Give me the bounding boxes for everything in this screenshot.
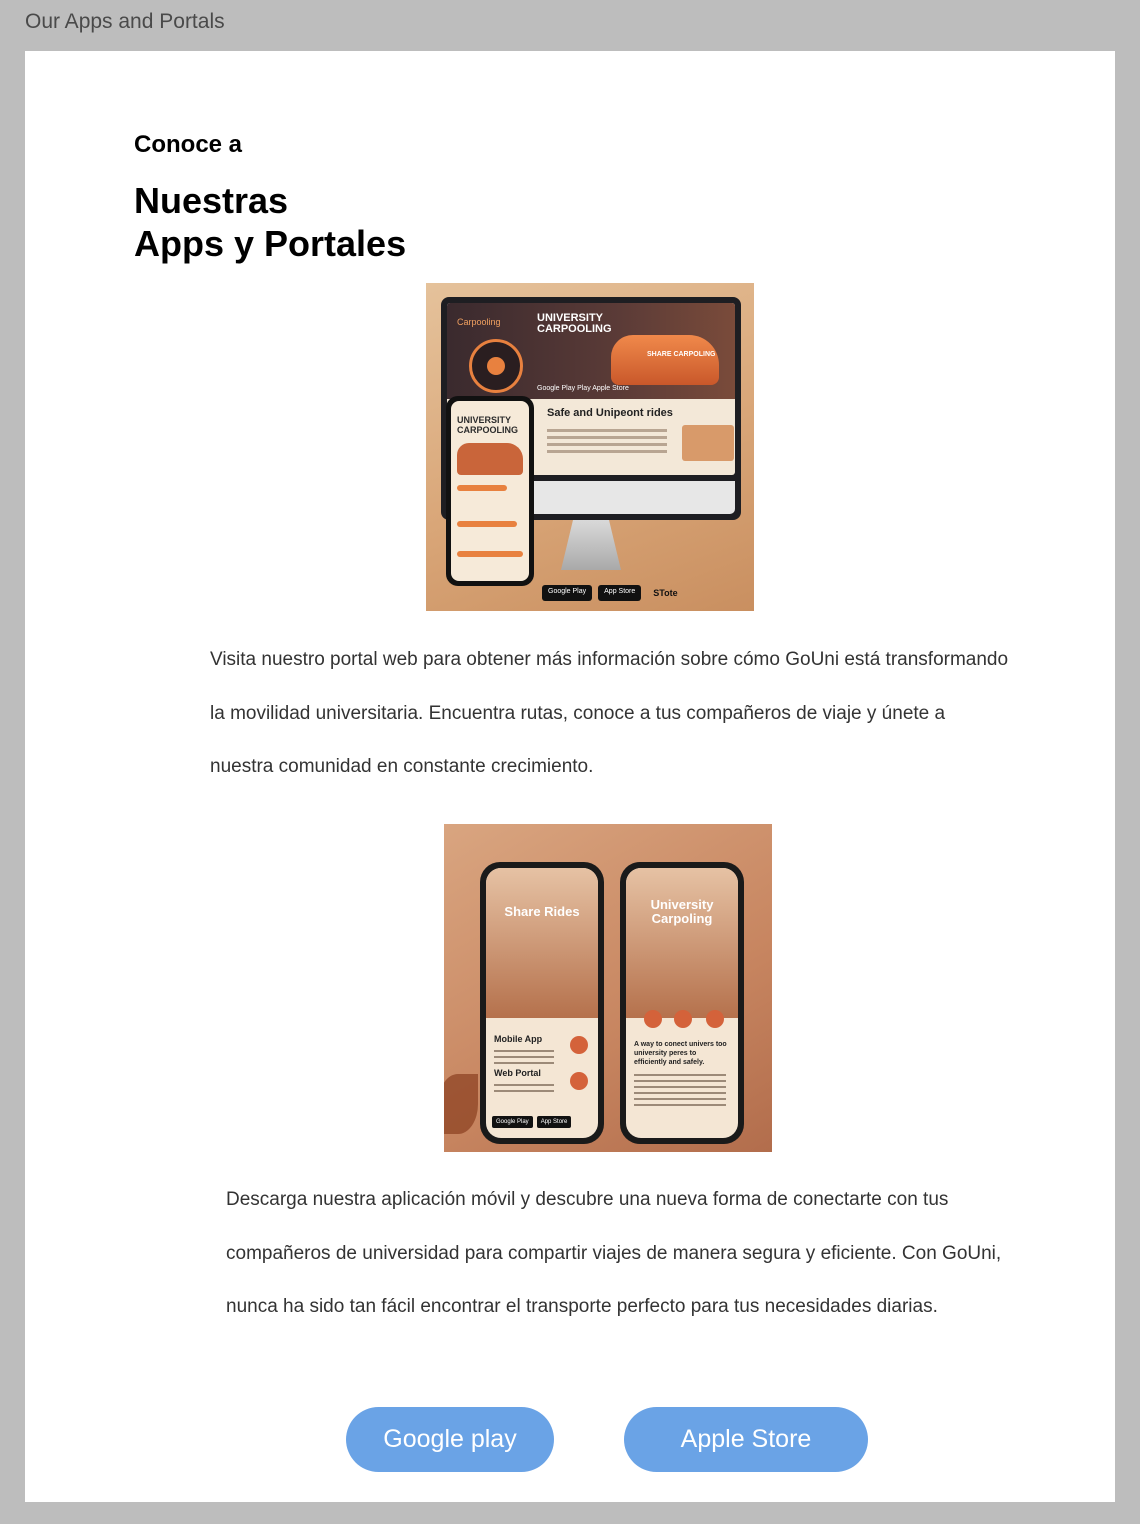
left-phone-title: Share Rides [504,904,580,919]
car-icon [611,335,719,385]
page-title: Nuestras Apps y Portales [134,179,406,265]
left-phone-web-label: Web Portal [494,1068,541,1078]
web-portal-description: Visita nuestro portal web para obtener m… [210,649,1009,777]
car-icon [457,443,523,475]
mobile-app-description: Descarga nuestra aplicación móvil y desc… [226,1189,1002,1317]
right-phone-title: University Carpoling [650,897,714,926]
right-phone-tagline: A way to conect univers too university p… [634,1041,727,1066]
target-icon [469,339,523,393]
mockup-car-label: SHARE CARPOLING [647,351,716,358]
google-play-badge: Google Play [542,585,593,601]
mockup-stores: Google Play Play Apple Store [537,385,629,392]
window-title: Our Apps and Portals [25,10,225,33]
monitor-stand [561,520,621,570]
phone-title: UNIVERSITY CARPOOLING [457,415,519,435]
app-store-badge: App Store [598,585,642,601]
mockup-brand: Carpooling [457,317,501,327]
leaf-decoration [444,1074,478,1134]
phone-illustration: UNIVERSITY CARPOOLING [446,396,534,586]
pin-icon [674,1010,692,1028]
app-store-badge: App Store [536,1116,572,1128]
google-play-button[interactable]: Google play [346,1407,554,1472]
store-badges: Google Play App Store STote [542,585,684,601]
left-phone-mobile-label: Mobile App [494,1034,543,1044]
left-phone-illustration: Share Rides Mobile App Web Portal Google… [480,862,604,1144]
section-eyebrow: Conoce a [134,131,243,158]
page-title-line1: Nuestras [134,180,289,221]
mockup-title: UNIVERSITY CARPOOLING [537,312,612,335]
apps-portals-card: Conoce a Nuestras Apps y Portales Carpoo… [25,51,1115,1502]
web-portal-mockup-image: Carpooling UNIVERSITY CARPOOLING SHARE C… [426,283,754,611]
apple-store-button[interactable]: Apple Store [624,1407,868,1472]
google-play-badge: Google Play [492,1116,533,1128]
right-phone-illustration: University Carpoling A way to conect uni… [620,862,744,1144]
home-icon [644,1010,662,1028]
mobile-app-mockup-image: Share Rides Mobile App Web Portal Google… [444,824,772,1152]
house-icon [706,1010,724,1028]
page-title-line2: Apps y Portales [134,223,407,264]
mockup-subtitle: Safe and Unipeont rides [547,407,673,419]
google-play-icon [570,1036,588,1054]
apple-store-badge: STote [653,588,678,598]
web-portal-icon [570,1072,588,1090]
map-icon [682,425,734,461]
